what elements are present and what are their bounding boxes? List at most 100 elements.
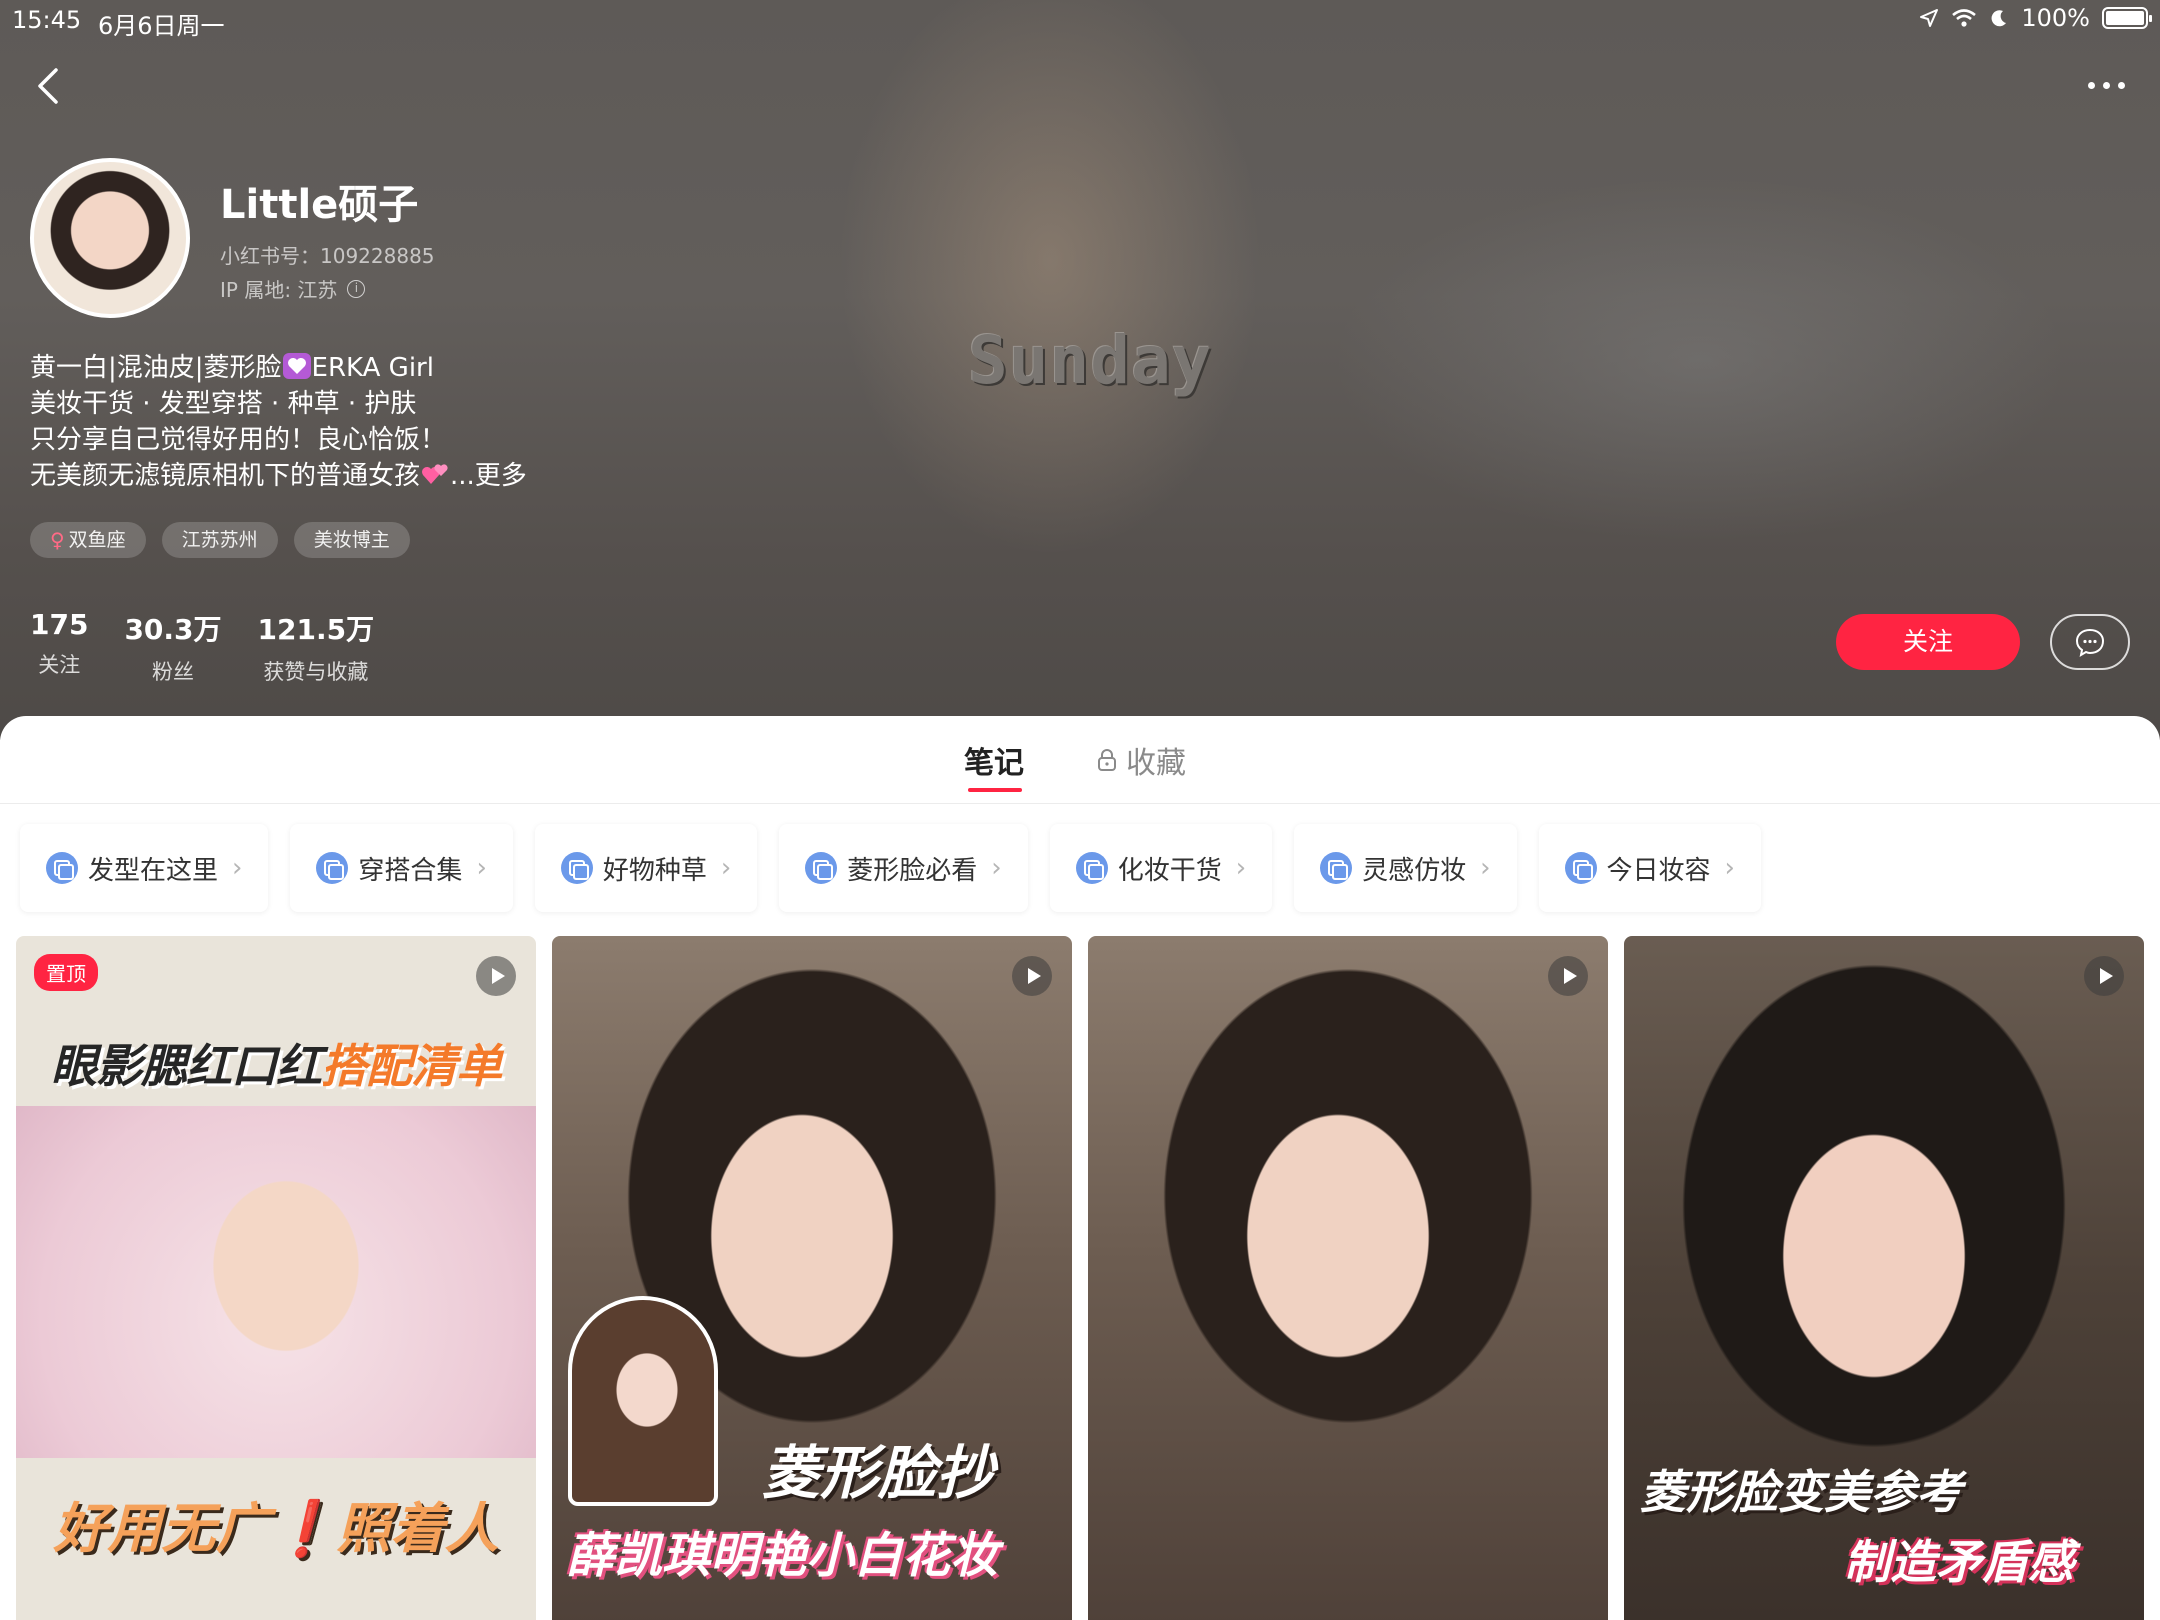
collection-icon	[560, 852, 593, 884]
bio-line-4-text: 无美颜无滤镜原相机下的普通女孩	[30, 461, 421, 491]
chevron-right-icon: ›	[1480, 853, 1491, 883]
content-panel: 笔记 收藏 发型在这里 › 穿搭合集 › 好物种草 › 菱形脸必看 › 化妆干货 › 灵感…	[0, 716, 2160, 1620]
tab-notes-label: 笔记	[964, 746, 1024, 781]
bio: 黄一白|混油皮|菱形脸 ERKA Girl 美妆干货 · 发型穿搭 · 种草 · …	[30, 350, 527, 494]
stat-following[interactable]: 175 关注	[30, 608, 88, 686]
purple-heart-icon	[282, 353, 311, 379]
stat-fans[interactable]: 30.3万 粉丝	[124, 608, 221, 686]
battery-percent: 100%	[2021, 4, 2090, 32]
notes-grid: 置顶 眼影腮红口红搭配清单 好用无广❗照着人 菱形脸抄 薛凯琪明艳小白花妆 菱形…	[16, 936, 2144, 1620]
bio-line-1a: 黄一白|混油皮|菱形脸	[30, 353, 282, 383]
tag-zodiac: ♀ 双鱼座	[30, 522, 146, 558]
collection-chip-today[interactable]: 今日妆容 ›	[1538, 824, 1761, 912]
chevron-right-icon: ›	[991, 853, 1002, 883]
chip-label: 好物种草	[602, 855, 707, 886]
play-icon	[1548, 956, 1588, 996]
more-dot-icon	[2117, 81, 2125, 89]
title-part: 眼影腮红口红	[51, 1039, 322, 1093]
stat-num: 30.3万	[124, 613, 222, 646]
exclamation-icon: ❗	[269, 1497, 337, 1560]
stat-num: 121.5万	[257, 613, 375, 646]
message-button[interactable]	[2050, 614, 2130, 670]
nickname: Little硕子	[220, 182, 419, 228]
note-card[interactable]: 菱形脸抄 薛凯琪明艳小白花妆	[552, 936, 1072, 1620]
chip-label: 今日妆容	[1606, 855, 1711, 886]
note-overlay-subtitle: 制造矛盾感	[1844, 1535, 2074, 1589]
profile-header: Sunday 15:45 6月6日周一 100% Little硕子 小红书号：1…	[0, 0, 2160, 740]
collection-chip-imitation[interactable]: 灵感仿妆 ›	[1294, 824, 1517, 912]
red-id: 小红书号：109228885	[220, 244, 435, 268]
collection-chip-hair[interactable]: 发型在这里 ›	[20, 824, 269, 912]
stat-likes[interactable]: 121.5万 获赞与收藏	[258, 608, 375, 686]
collection-icon	[1075, 852, 1108, 884]
more-button[interactable]	[2078, 70, 2134, 100]
collection-chips: 发型在这里 › 穿搭合集 › 好物种草 › 菱形脸必看 › 化妆干货 › 灵感仿妆 › 今日…	[20, 824, 1761, 912]
battery-icon	[2102, 7, 2152, 29]
status-date: 6月6日周一	[98, 12, 225, 40]
info-icon[interactable]: i	[347, 279, 366, 298]
note-card[interactable]: 置顶 眼影腮红口红搭配清单 好用无广❗照着人	[16, 936, 536, 1620]
note-card[interactable]: 菱形脸变美参考 制造矛盾感	[1624, 936, 2144, 1620]
collection-chip-outfit[interactable]: 穿搭合集 ›	[290, 824, 513, 912]
moon-icon	[1991, 10, 2007, 27]
note-card[interactable]	[1088, 936, 1608, 1620]
note-overlay-subtitle: 薛凯琪明艳小白花妆	[566, 1528, 999, 1584]
back-button[interactable]	[30, 62, 70, 110]
stat-label: 获赞与收藏	[263, 660, 369, 684]
chevron-left-icon	[38, 68, 58, 104]
profile-stats: 175 关注 30.3万 粉丝 121.5万 获赞与收藏	[30, 608, 374, 686]
location-icon	[1920, 9, 1939, 27]
ip-text: IP 属地: 江苏	[220, 278, 338, 302]
avatar[interactable]	[30, 158, 190, 318]
note-photo	[16, 1106, 536, 1458]
pinned-badge: 置顶	[34, 954, 98, 991]
tab-bar: 笔记 收藏	[0, 716, 2160, 804]
female-icon: ♀	[50, 528, 65, 552]
chip-label: 化妆干货	[1117, 855, 1222, 886]
chip-label: 穿搭合集	[358, 855, 463, 886]
tab-notes[interactable]: 笔记	[964, 738, 1024, 792]
bio-line-3: 只分享自己觉得好用的！良心恰饭！	[30, 425, 447, 455]
collection-icon	[316, 852, 349, 884]
note-overlay-title: 眼影腮红口红搭配清单	[16, 1030, 536, 1096]
tab-collect[interactable]: 收藏	[1096, 738, 1186, 782]
wifi-icon	[1952, 9, 1977, 27]
chip-label: 灵感仿妆	[1362, 855, 1467, 886]
collection-chip-goods[interactable]: 好物种草 ›	[534, 824, 758, 912]
profile-tags: ♀ 双鱼座 江苏苏州 美妆博主	[30, 522, 410, 558]
collection-icon	[46, 852, 78, 884]
status-right: 100%	[1919, 4, 2152, 32]
follow-button[interactable]: 关注	[1836, 614, 2020, 670]
collection-chip-diamond-face[interactable]: 菱形脸必看 ›	[779, 824, 1028, 912]
collection-chip-makeup-tips[interactable]: 化妆干货 ›	[1049, 824, 1273, 912]
inset-portrait	[568, 1296, 718, 1506]
banner-text: Sunday	[968, 322, 1213, 399]
stat-num: 175	[30, 608, 89, 641]
bio-more-link[interactable]: ...更多	[450, 461, 527, 491]
bio-line-1b: ERKA Girl	[311, 353, 434, 383]
chevron-right-icon: ›	[1724, 853, 1735, 883]
subtitle-part: 好用无广	[53, 1497, 270, 1560]
lock-icon	[1098, 749, 1116, 771]
chevron-right-icon: ›	[476, 853, 487, 883]
two-hearts-icon	[422, 464, 448, 484]
ip-location: IP 属地: 江苏 i	[220, 274, 366, 303]
note-overlay-subtitle: 好用无广❗照着人	[16, 1484, 536, 1563]
tag-label: 双鱼座	[68, 529, 126, 551]
collection-icon	[1320, 852, 1353, 884]
note-overlay-title: 菱形脸抄	[762, 1439, 995, 1507]
more-dot-icon	[2102, 81, 2110, 89]
note-overlay-title: 菱形脸变美参考	[1640, 1465, 1962, 1519]
title-highlight: 搭配清单	[321, 1039, 502, 1093]
chip-label: 发型在这里	[88, 855, 219, 886]
collection-icon	[805, 852, 838, 884]
chevron-right-icon: ›	[720, 853, 732, 883]
more-dot-icon	[2087, 81, 2095, 89]
stat-label: 关注	[38, 653, 81, 677]
tab-active-indicator	[968, 788, 1022, 792]
tag-location: 江苏苏州	[161, 522, 278, 558]
play-icon	[2084, 956, 2124, 996]
chevron-right-icon: ›	[1235, 853, 1247, 883]
chat-bubble-icon	[2075, 628, 2105, 658]
bio-line-1: 黄一白|混油皮|菱形脸 ERKA Girl	[30, 350, 527, 386]
